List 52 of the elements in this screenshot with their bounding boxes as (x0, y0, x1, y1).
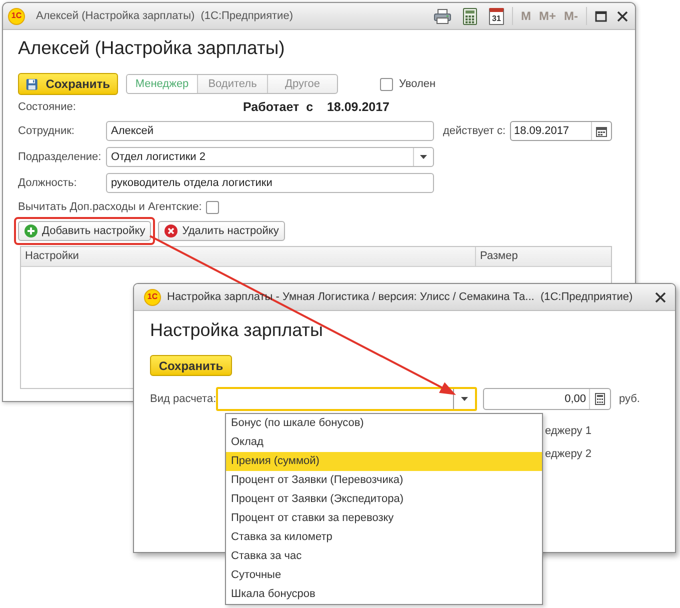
dropdown-option[interactable]: Ставка за километр (226, 528, 542, 547)
text-field[interactable]: Алексей (106, 121, 434, 141)
field-label: Должность: (18, 176, 78, 191)
save-button[interactable]: Сохранить (18, 73, 118, 95)
option-label: еджеру 1 (545, 424, 592, 439)
window-title: Алексей (Настройка зарплаты) (1С:Предприятие) (36, 8, 293, 24)
field-label: действует с: (443, 124, 506, 139)
field-label: Вид расчета: (150, 392, 216, 407)
field-label: Подразделение: (18, 150, 102, 165)
dropdown-option[interactable]: Суточные (226, 566, 542, 585)
form-heading: Алексей (Настройка зарплаты) (18, 36, 285, 60)
date-field[interactable]: 18.09.2017 (510, 121, 612, 141)
column-header[interactable]: Настройки (21, 247, 476, 266)
delete-setting-button[interactable]: Удалить настройку (158, 221, 285, 241)
option-label: еджеру 2 (545, 446, 592, 462)
calculator-icon[interactable] (462, 8, 477, 24)
plus-circle-icon (24, 224, 38, 238)
caret-icon (420, 155, 427, 159)
status-value: Работает с 18.09.2017 (243, 98, 390, 116)
amount-field[interactable]: 0,00 (483, 388, 611, 410)
add-setting-button[interactable]: Добавить настройку (18, 221, 152, 241)
save-button[interactable]: Сохранить (150, 355, 232, 376)
printer-icon[interactable] (434, 8, 451, 24)
cross-circle-icon (164, 224, 178, 238)
caret-icon (461, 397, 468, 401)
close-icon[interactable] (617, 10, 628, 22)
calculator-icon (595, 393, 605, 405)
field-label: Сотрудник: (18, 124, 76, 139)
select-field[interactable]: Отдел логистики 2 (106, 147, 434, 167)
close-icon[interactable] (655, 292, 666, 302)
checkbox-label: Вычитать Доп.расходы и Агентские: (18, 200, 202, 215)
dropdown-option[interactable]: Процент от Заявки (Перевозчика) (226, 471, 542, 490)
app-logo: 1С (8, 8, 25, 24)
checkbox[interactable] (380, 78, 393, 90)
dropdown-option[interactable]: Процент от ставки за перевозку (226, 509, 542, 528)
checkbox[interactable] (206, 200, 219, 214)
dropdown-option[interactable]: Процент от Заявки (Экспедитора) (226, 490, 542, 509)
dialog-heading: Настройка зарплаты (150, 319, 323, 341)
text-field[interactable]: руководитель отдела логистики (106, 173, 434, 193)
unit-label: руб. (619, 392, 640, 407)
column-header[interactable]: Размер (476, 247, 611, 266)
checkbox-label: Уволен (399, 76, 436, 92)
calendar-icon (596, 126, 607, 136)
dropdown-option[interactable]: Премия (суммой) (226, 452, 542, 471)
dropdown-option[interactable]: Шкала бонусров (226, 585, 542, 604)
dropdown-option[interactable]: Бонус (по шкале бонусов) (226, 414, 542, 433)
calendar-button[interactable]: 31 (488, 8, 504, 24)
field-label: Состояние: (18, 100, 77, 115)
app-logo: 1С (144, 288, 161, 306)
dropdown-option[interactable]: Ставка за час (226, 547, 542, 566)
maximize-icon[interactable] (595, 10, 607, 22)
dropdown-option[interactable]: Оклад (226, 433, 542, 452)
